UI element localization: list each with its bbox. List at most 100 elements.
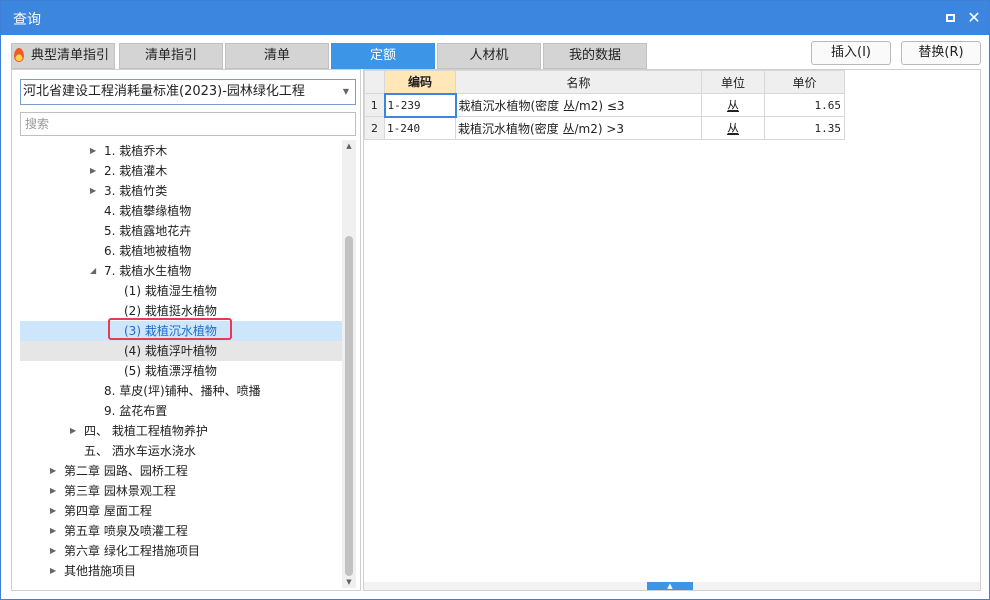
scroll-up-icon[interactable]: ▲ <box>342 140 356 152</box>
title-bar[interactable]: 查询 ✕ <box>1 1 989 35</box>
replace-button[interactable]: 替换(R) <box>901 41 981 65</box>
row-index: 1 <box>364 93 385 117</box>
tree-item-label: 五、 洒水车运水浇水 <box>84 444 196 458</box>
tab-quota[interactable]: 定额 <box>331 43 435 69</box>
tree-item[interactable]: (4) 栽植浮叶植物 <box>20 341 342 361</box>
tree-item-label: (1) 栽植湿生植物 <box>124 284 217 298</box>
cell-price[interactable]: 1.35 <box>764 116 845 140</box>
tree-item[interactable]: 4. 栽植攀缘植物 <box>20 201 342 221</box>
tab-typical-bill-guide[interactable]: 典型清单指引 <box>11 43 115 69</box>
tab-labor-material-machine[interactable]: 人材机 <box>437 43 541 69</box>
insert-button[interactable]: 插入(I) <box>811 41 891 65</box>
caret-expanded-icon[interactable]: ◢ <box>90 261 96 281</box>
chevron-down-icon: ▼ <box>342 87 349 96</box>
table-scrollbar[interactable]: ▲ <box>364 582 980 590</box>
tree-item[interactable]: (1) 栽植湿生植物 <box>20 281 342 301</box>
tree-item[interactable]: ◢ 7. 栽植水生植物 <box>20 261 342 281</box>
tree-item[interactable]: ▶ 四、 栽植工程植物养护 <box>20 421 342 441</box>
tab-bill-guide[interactable]: 清单指引 <box>119 43 223 69</box>
tree-item[interactable]: 五、 洒水车运水浇水 <box>20 441 342 461</box>
selection-highlight <box>108 318 232 340</box>
cell-price[interactable]: 1.65 <box>764 93 845 117</box>
tree-item-label: (5) 栽植漂浮植物 <box>124 364 217 378</box>
tree-item[interactable]: ▶ 其他措施项目 <box>20 561 342 581</box>
category-panel: 河北省建设工程消耗量标准(2023)-园林绿化工程 ▼ 搜索 ▶ 1. 栽植乔木 ▶… <box>11 69 361 591</box>
caret-right-icon[interactable]: ▶ <box>50 461 56 481</box>
column-header-code[interactable]: 编码 <box>384 70 456 94</box>
caret-right-icon[interactable]: ▶ <box>90 141 96 161</box>
tree-scrollbar[interactable]: ▲ ▼ <box>342 140 356 588</box>
tree-item-label: 3. 栽植竹类 <box>104 184 168 198</box>
caret-right-icon[interactable]: ▶ <box>50 481 56 501</box>
chevron-up-icon[interactable]: ▲ <box>647 582 693 590</box>
tree-item-label: 四、 栽植工程植物养护 <box>84 424 208 438</box>
standard-select[interactable]: 河北省建设工程消耗量标准(2023)-园林绿化工程 ▼ <box>20 79 356 105</box>
table-row[interactable]: 2 1-240 栽植沉水植物(密度 丛/m2) >3 丛 1.35 <box>364 116 845 140</box>
quota-table: 编码 名称 单位 单价 1 1-239 栽植沉水植物(密度 丛/m2) ≤3 丛… <box>364 70 845 140</box>
tree-item-label: 8. 草皮(坪)铺种、播种、喷播 <box>104 384 261 398</box>
tree-item[interactable]: ▶ 2. 栽植灌木 <box>20 161 342 181</box>
tab-my-data[interactable]: 我的数据 <box>543 43 647 69</box>
tree-item-label: 5. 栽植露地花卉 <box>104 224 192 238</box>
caret-right-icon[interactable]: ▶ <box>90 181 96 201</box>
scroll-down-icon[interactable]: ▼ <box>342 576 356 588</box>
tree-item[interactable]: 9. 盆花布置 <box>20 401 342 421</box>
tree-item-label: 7. 栽植水生植物 <box>104 264 192 278</box>
tree-item-label: (4) 栽植浮叶植物 <box>124 344 217 358</box>
tab-label: 典型清单指引 <box>30 48 109 63</box>
tree-item-label: 第二章 园路、园桥工程 <box>64 464 188 478</box>
tree-item[interactable]: 5. 栽植露地花卉 <box>20 221 342 241</box>
tree-item-label: 第四章 屋面工程 <box>64 504 152 518</box>
tree-item-label: 1. 栽植乔木 <box>104 144 168 158</box>
caret-right-icon[interactable]: ▶ <box>90 161 96 181</box>
window-title: 查询 <box>13 12 41 28</box>
tree-item[interactable]: ▶ 第三章 园林景观工程 <box>20 481 342 501</box>
tree-item[interactable]: ▶ 第五章 喷泉及喷灌工程 <box>20 521 342 541</box>
tree-item-label: 6. 栽植地被植物 <box>104 244 192 258</box>
tree-item-label: 2. 栽植灌木 <box>104 164 168 178</box>
tree-item-label: 4. 栽植攀缘植物 <box>104 204 192 218</box>
column-header-price[interactable]: 单价 <box>764 70 845 94</box>
tree-item[interactable]: 8. 草皮(坪)铺种、播种、喷播 <box>20 381 342 401</box>
column-header-unit[interactable]: 单位 <box>701 70 765 94</box>
tree-item-label: 其他措施项目 <box>64 564 137 578</box>
caret-right-icon[interactable]: ▶ <box>70 421 76 441</box>
tree-item[interactable]: ▶ 第六章 绿化工程措施项目 <box>20 541 342 561</box>
cell-name[interactable]: 栽植沉水植物(密度 丛/m2) >3 <box>455 116 702 140</box>
close-button[interactable]: ✕ <box>963 7 985 29</box>
cell-code[interactable]: 1-240 <box>384 116 456 140</box>
category-tree: ▶ 1. 栽植乔木 ▶ 2. 栽植灌木 ▶ 3. 栽植竹类 4. 栽植攀缘植物 5. 栽植露地… <box>20 140 342 588</box>
tab-bill[interactable]: 清单 <box>225 43 329 69</box>
caret-right-icon[interactable]: ▶ <box>50 521 56 541</box>
tree-item[interactable]: ▶ 3. 栽植竹类 <box>20 181 342 201</box>
cell-code[interactable]: 1-239 <box>383 92 457 118</box>
tree-item[interactable]: ▶ 第二章 园路、园桥工程 <box>20 461 342 481</box>
flame-icon <box>14 48 24 62</box>
column-header-name[interactable]: 名称 <box>455 70 702 94</box>
query-dialog: 查询 ✕ 典型清单指引 清单指引 清单 定额 人材机 我的数据 插入(I) 替换… <box>0 0 990 600</box>
maximize-icon <box>945 14 955 22</box>
standard-select-value: 河北省建设工程消耗量标准(2023)-园林绿化工程 <box>23 84 305 99</box>
cell-unit[interactable]: 丛 <box>701 116 765 140</box>
cell-unit[interactable]: 丛 <box>701 93 765 117</box>
tree-item-label: 9. 盆花布置 <box>104 404 168 418</box>
tree-item[interactable]: (5) 栽植漂浮植物 <box>20 361 342 381</box>
table-row[interactable]: 1 1-239 栽植沉水植物(密度 丛/m2) ≤3 丛 1.65 <box>364 92 845 118</box>
maximize-button[interactable] <box>939 7 961 29</box>
cell-name[interactable]: 栽植沉水植物(密度 丛/m2) ≤3 <box>455 93 702 117</box>
quota-table-panel: 编码 名称 单位 单价 1 1-239 栽植沉水植物(密度 丛/m2) ≤3 丛… <box>363 69 981 591</box>
tree-item[interactable]: ▶ 1. 栽植乔木 <box>20 141 342 161</box>
caret-right-icon[interactable]: ▶ <box>50 501 56 521</box>
row-index: 2 <box>364 116 385 140</box>
tree-item[interactable]: ▶ 第四章 屋面工程 <box>20 501 342 521</box>
caret-right-icon[interactable]: ▶ <box>50 541 56 561</box>
caret-right-icon[interactable]: ▶ <box>50 561 56 581</box>
table-header-row: 编码 名称 单位 单价 <box>364 70 845 94</box>
tree-item-label: 第五章 喷泉及喷灌工程 <box>64 524 188 538</box>
search-input[interactable]: 搜索 <box>20 112 356 136</box>
tree-item-label: 第六章 绿化工程措施项目 <box>64 544 200 558</box>
tree-item-label: 第三章 园林景观工程 <box>64 484 176 498</box>
scroll-thumb[interactable] <box>345 236 353 576</box>
tree-item[interactable]: 6. 栽植地被植物 <box>20 241 342 261</box>
corner-cell <box>364 70 385 94</box>
